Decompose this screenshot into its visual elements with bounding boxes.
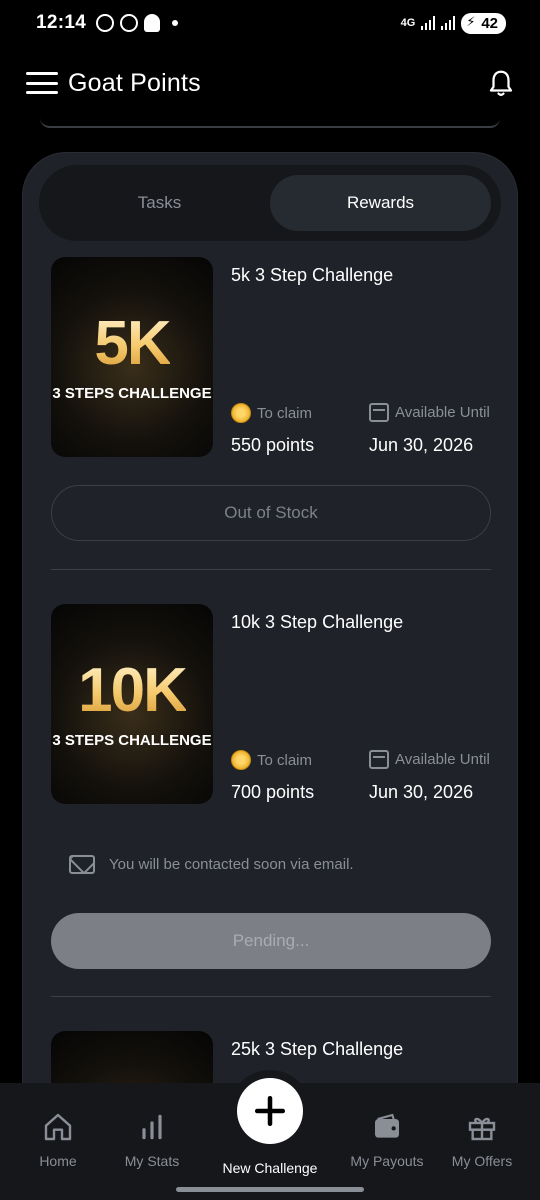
thumbnail-amount: 10K [78, 655, 188, 725]
reward-title: 25k 3 Step Challenge [231, 1039, 404, 1059]
nav-payouts-label: My Payouts [350, 1153, 424, 1169]
date-value: Jun 30, 2026 [369, 782, 474, 802]
battery-indicator: 42 [461, 12, 506, 34]
nav-my-payouts[interactable]: My Payouts [342, 1111, 432, 1169]
claim-meta: To claim [231, 750, 312, 770]
wallet-icon [375, 1113, 399, 1138]
signal-icon [421, 16, 436, 30]
whatsapp-business-icon [120, 14, 139, 32]
page-title: Goat Points [68, 68, 201, 97]
reward-thumbnail: 10K 3 STEPS CHALLENGE [51, 604, 213, 804]
available-label: Available Until [395, 751, 490, 768]
gift-icon [468, 1117, 496, 1141]
divider [51, 996, 491, 997]
snapchat-icon [144, 14, 161, 32]
thumbnail-caption: 3 STEPS CHALLENGE [52, 384, 212, 402]
email-notice: You will be contacted soon via email. [69, 855, 354, 874]
nav-home-label: Home [39, 1153, 77, 1169]
menu-icon[interactable] [26, 72, 58, 94]
thumbnail-amount: 5K [94, 308, 171, 378]
reward-card[interactable]: 5K 3 STEPS CHALLENGE 5k 3 Step Challenge… [51, 257, 491, 467]
thumbnail-caption: 3 STEPS CHALLENGE [52, 731, 212, 749]
rewards-panel: Tasks Rewards 5K 3 STEPS CHALLENGE 5k 3 … [22, 152, 518, 1092]
availability-meta: Available Until [369, 750, 490, 769]
nav-stats-label: My Stats [124, 1153, 180, 1169]
stats-icon [142, 1114, 162, 1140]
calendar-icon [369, 750, 389, 769]
reward-card[interactable]: 10K 3 STEPS CHALLENGE 10k 3 Step Challen… [51, 604, 491, 814]
reward-title: 10k 3 Step Challenge [231, 612, 404, 632]
claim-label: To claim [257, 404, 313, 422]
points-value: 550 points [231, 435, 315, 455]
status-bar: 12:14 4G 42 [0, 0, 540, 46]
plus-icon [254, 1095, 286, 1127]
availability-meta: Available Until [369, 403, 490, 422]
reward-title: 5k 3 Step Challenge [231, 265, 394, 285]
new-challenge-button[interactable] [237, 1078, 303, 1144]
notice-text: You will be contacted soon via email. [109, 856, 354, 873]
app-bar: Goat Points [26, 58, 516, 108]
tab-tasks[interactable]: Tasks [49, 175, 270, 231]
coin-icon [231, 750, 251, 770]
notification-bell-icon[interactable] [486, 68, 516, 98]
gesture-home-bar[interactable] [176, 1187, 364, 1192]
tab-switcher: Tasks Rewards [39, 165, 501, 241]
new-challenge-label: New Challenge [222, 1160, 318, 1176]
claim-meta: To claim [231, 403, 312, 423]
date-value: Jun 30, 2026 [369, 435, 474, 455]
nav-home[interactable]: Home [13, 1111, 103, 1169]
status-time: 12:14 [36, 12, 87, 33]
divider [51, 569, 491, 570]
points-value: 700 points [231, 782, 315, 802]
previous-section-edge [40, 118, 500, 128]
available-label: Available Until [395, 404, 490, 421]
coin-icon [231, 403, 251, 423]
tab-rewards[interactable]: Rewards [270, 175, 491, 231]
signal-icon-2 [441, 16, 456, 30]
out-of-stock-button[interactable]: Out of Stock [51, 485, 491, 541]
pending-button[interactable]: Pending... [51, 913, 491, 969]
mail-icon [69, 855, 95, 874]
nav-my-offers[interactable]: My Offers [437, 1111, 527, 1169]
calendar-icon [369, 403, 389, 422]
whatsapp-icon [96, 14, 115, 32]
more-notifications-dot [172, 20, 179, 26]
home-icon [44, 1113, 72, 1141]
nav-my-stats[interactable]: My Stats [107, 1111, 197, 1169]
network-type: 4G [400, 17, 416, 29]
reward-thumbnail: 5K 3 STEPS CHALLENGE [51, 257, 213, 457]
nav-offers-label: My Offers [451, 1153, 513, 1169]
claim-label: To claim [257, 751, 313, 769]
